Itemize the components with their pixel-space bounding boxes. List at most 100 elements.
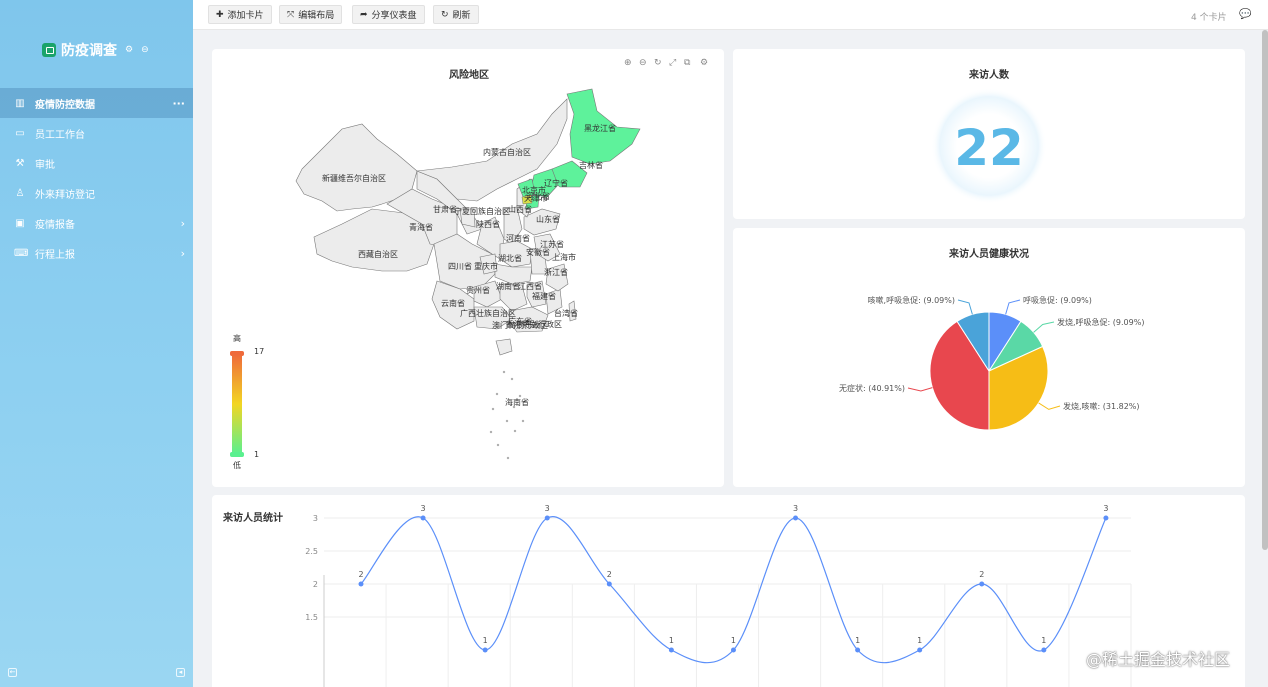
map-label: 山西省 (508, 204, 532, 214)
data-point[interactable] (917, 647, 923, 653)
map-region-hubei (494, 263, 533, 285)
map-label: 海南省 (505, 397, 529, 407)
sidebar-item-visitor-registration[interactable]: ♙ 外来拜访登记 (0, 178, 193, 208)
data-label: 2 (979, 570, 984, 579)
sidebar-item-epidemic-report[interactable]: ▣ 疫情报备 › (0, 208, 193, 238)
map-label: 辽宁省 (544, 178, 568, 188)
page-scrollbar[interactable] (1262, 30, 1268, 550)
y-tick-label: 1.5 (305, 613, 318, 622)
sidebar-item-label: 行程上报 (35, 249, 75, 261)
visitor-count-card: 来访人数 22 (733, 49, 1245, 219)
sidebar-item-label: 疫情防控数据 (35, 99, 95, 111)
map-label: 台湾省 (554, 308, 578, 318)
map-label: 宁夏回族自治区 (454, 206, 510, 216)
chevron-right-icon: › (180, 246, 185, 260)
data-label: 3 (793, 504, 798, 513)
chat-icon[interactable]: 💬 (1239, 9, 1251, 20)
data-point[interactable] (855, 647, 861, 653)
data-label: 1 (669, 636, 674, 645)
map-label: 山东省 (536, 214, 560, 224)
data-point[interactable] (668, 647, 674, 653)
refresh-label: 刷新 (452, 11, 471, 21)
legend-low-label: 低 (233, 460, 241, 470)
sidebar-item-label: 审批 (35, 159, 55, 171)
briefcase-icon: ▣ (15, 217, 25, 229)
legend-max-value: 17 (254, 347, 264, 356)
pie-label-line (1033, 321, 1055, 333)
share-dashboard-label: 分享仪表盘 (371, 11, 417, 21)
visual-map-legend[interactable]: 高 17 1 低 (230, 333, 264, 470)
bar-chart-icon: ▥ (15, 97, 25, 109)
data-point[interactable] (730, 647, 736, 653)
sidebar-item-itinerary-report[interactable]: ⌨ 行程上报 › (0, 238, 193, 268)
data-label: 3 (545, 504, 550, 513)
desktop-icon: ▭ (15, 127, 25, 139)
collapse-icon[interactable]: ◂ (176, 668, 185, 677)
keyboard-icon: ⌨ (14, 247, 29, 259)
data-point[interactable] (606, 581, 612, 587)
share-icon: ➦ (360, 9, 368, 20)
map-region-hainan (495, 338, 513, 356)
pie-label-line (957, 299, 973, 315)
share-dashboard-button[interactable]: ➦ 分享仪表盘 (352, 5, 425, 24)
more-icon[interactable]: ··· (172, 97, 185, 110)
logout-icon[interactable]: ← (8, 668, 17, 677)
map-label: 黑龙江省 (584, 123, 616, 133)
data-label: 2 (358, 570, 363, 579)
data-label: 2 (607, 570, 612, 579)
pie-label-line (1005, 299, 1021, 315)
edit-layout-button[interactable]: ⤧ 编辑布局 (279, 5, 343, 24)
sidebar-item-label: 员工工作台 (35, 129, 85, 141)
brand-title: 防疫调查 (61, 43, 117, 59)
china-map[interactable]: 新疆维吾尔自治区 西藏自治区 青海省 甘肃省 内蒙古自治区 黑龙江省 吉林省 辽… (212, 49, 724, 487)
map-label: 内蒙古自治区 (483, 147, 531, 157)
sidebar-item-employee-workbench[interactable]: ▭ 员工工作台 (0, 118, 193, 148)
map-label: 西藏自治区 (358, 249, 398, 259)
watermark: @稀土掘金技术社区 (1086, 650, 1231, 669)
health-pie-chart[interactable]: 呼吸急促: (9.09%) 发烧,呼吸急促: (9.09%) 发烧,咳嗽: (31.… (733, 228, 1245, 487)
map-label: 重庆市 (474, 261, 498, 271)
pie-slice-label: 发烧,咳嗽: (31.82%) (1063, 401, 1140, 411)
map-label: 浙江省 (544, 267, 568, 277)
map-label: 安徽省 (526, 247, 550, 257)
settings-icon[interactable]: ⚙ (125, 45, 133, 55)
gavel-icon: ⚒ (15, 157, 25, 169)
refresh-button[interactable]: ↻ 刷新 (433, 5, 479, 24)
data-point[interactable] (544, 515, 550, 521)
plus-icon: ✚ (216, 9, 224, 20)
data-point[interactable] (979, 581, 985, 587)
data-point[interactable] (482, 647, 488, 653)
legend-bottom-handle[interactable] (230, 452, 244, 457)
map-label: 云南省 (441, 298, 465, 308)
map-label: 澳门特别行政区 (492, 320, 548, 330)
dashboard-app: 防疫调查 ⚙ ⊖ ▥ 疫情防控数据 ··· ▭ 员工工作台 ⚒ 审批 ♙ 外来拜… (0, 0, 1268, 687)
sidebar-item-approval[interactable]: ⚒ 审批 (0, 148, 193, 178)
data-point[interactable] (358, 581, 364, 587)
pie-slice-label: 呼吸急促: (9.09%) (1023, 295, 1092, 305)
data-point[interactable] (420, 515, 426, 521)
sidebar: 防疫调查 ⚙ ⊖ ▥ 疫情防控数据 ··· ▭ 员工工作台 ⚒ 审批 ♙ 外来拜… (0, 0, 193, 687)
add-card-button[interactable]: ✚ 添加卡片 (208, 5, 272, 24)
top-toolbar: ✚ 添加卡片 ⤧ 编辑布局 ➦ 分享仪表盘 ↻ 刷新 4 个卡片 💬 (193, 0, 1268, 30)
legend-high-label: 高 (233, 333, 241, 343)
add-card-label: 添加卡片 (227, 11, 264, 21)
data-point[interactable] (1041, 647, 1047, 653)
brand[interactable]: 防疫调查 ⚙ ⊖ (42, 40, 149, 60)
switch-icon[interactable]: ⊖ (141, 45, 149, 55)
legend-min-value: 1 (254, 450, 259, 459)
data-label: 1 (917, 636, 922, 645)
data-label: 3 (421, 504, 426, 513)
map-label: 新疆维吾尔自治区 (322, 173, 386, 183)
sidebar-item-epidemic-data[interactable]: ▥ 疫情防控数据 ··· (0, 88, 193, 118)
person-icon: ♙ (15, 187, 25, 199)
visitor-count-display: 22 (931, 88, 1047, 204)
data-label: 1 (731, 636, 736, 645)
expand-arrows-icon: ⤧ (287, 9, 295, 20)
map-label: 湖北省 (498, 253, 522, 263)
data-point[interactable] (1103, 515, 1109, 521)
map-label: 陕西省 (476, 219, 500, 229)
card-count: 4 个卡片 (1191, 13, 1227, 23)
refresh-icon: ↻ (441, 9, 449, 20)
data-point[interactable] (793, 515, 799, 521)
pie-label-line (907, 387, 933, 392)
